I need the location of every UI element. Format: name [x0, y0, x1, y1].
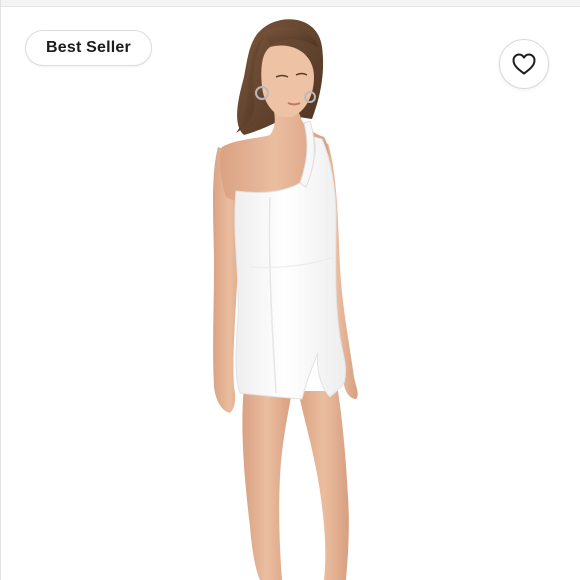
- product-photo[interactable]: [0, 7, 580, 580]
- best-seller-badge: Best Seller: [25, 30, 152, 66]
- top-divider: [0, 0, 580, 7]
- heart-outline-icon: [512, 53, 536, 75]
- model-figure: [213, 19, 358, 580]
- listing-image-frame: Best Seller: [0, 0, 580, 580]
- like-button[interactable]: [499, 39, 549, 89]
